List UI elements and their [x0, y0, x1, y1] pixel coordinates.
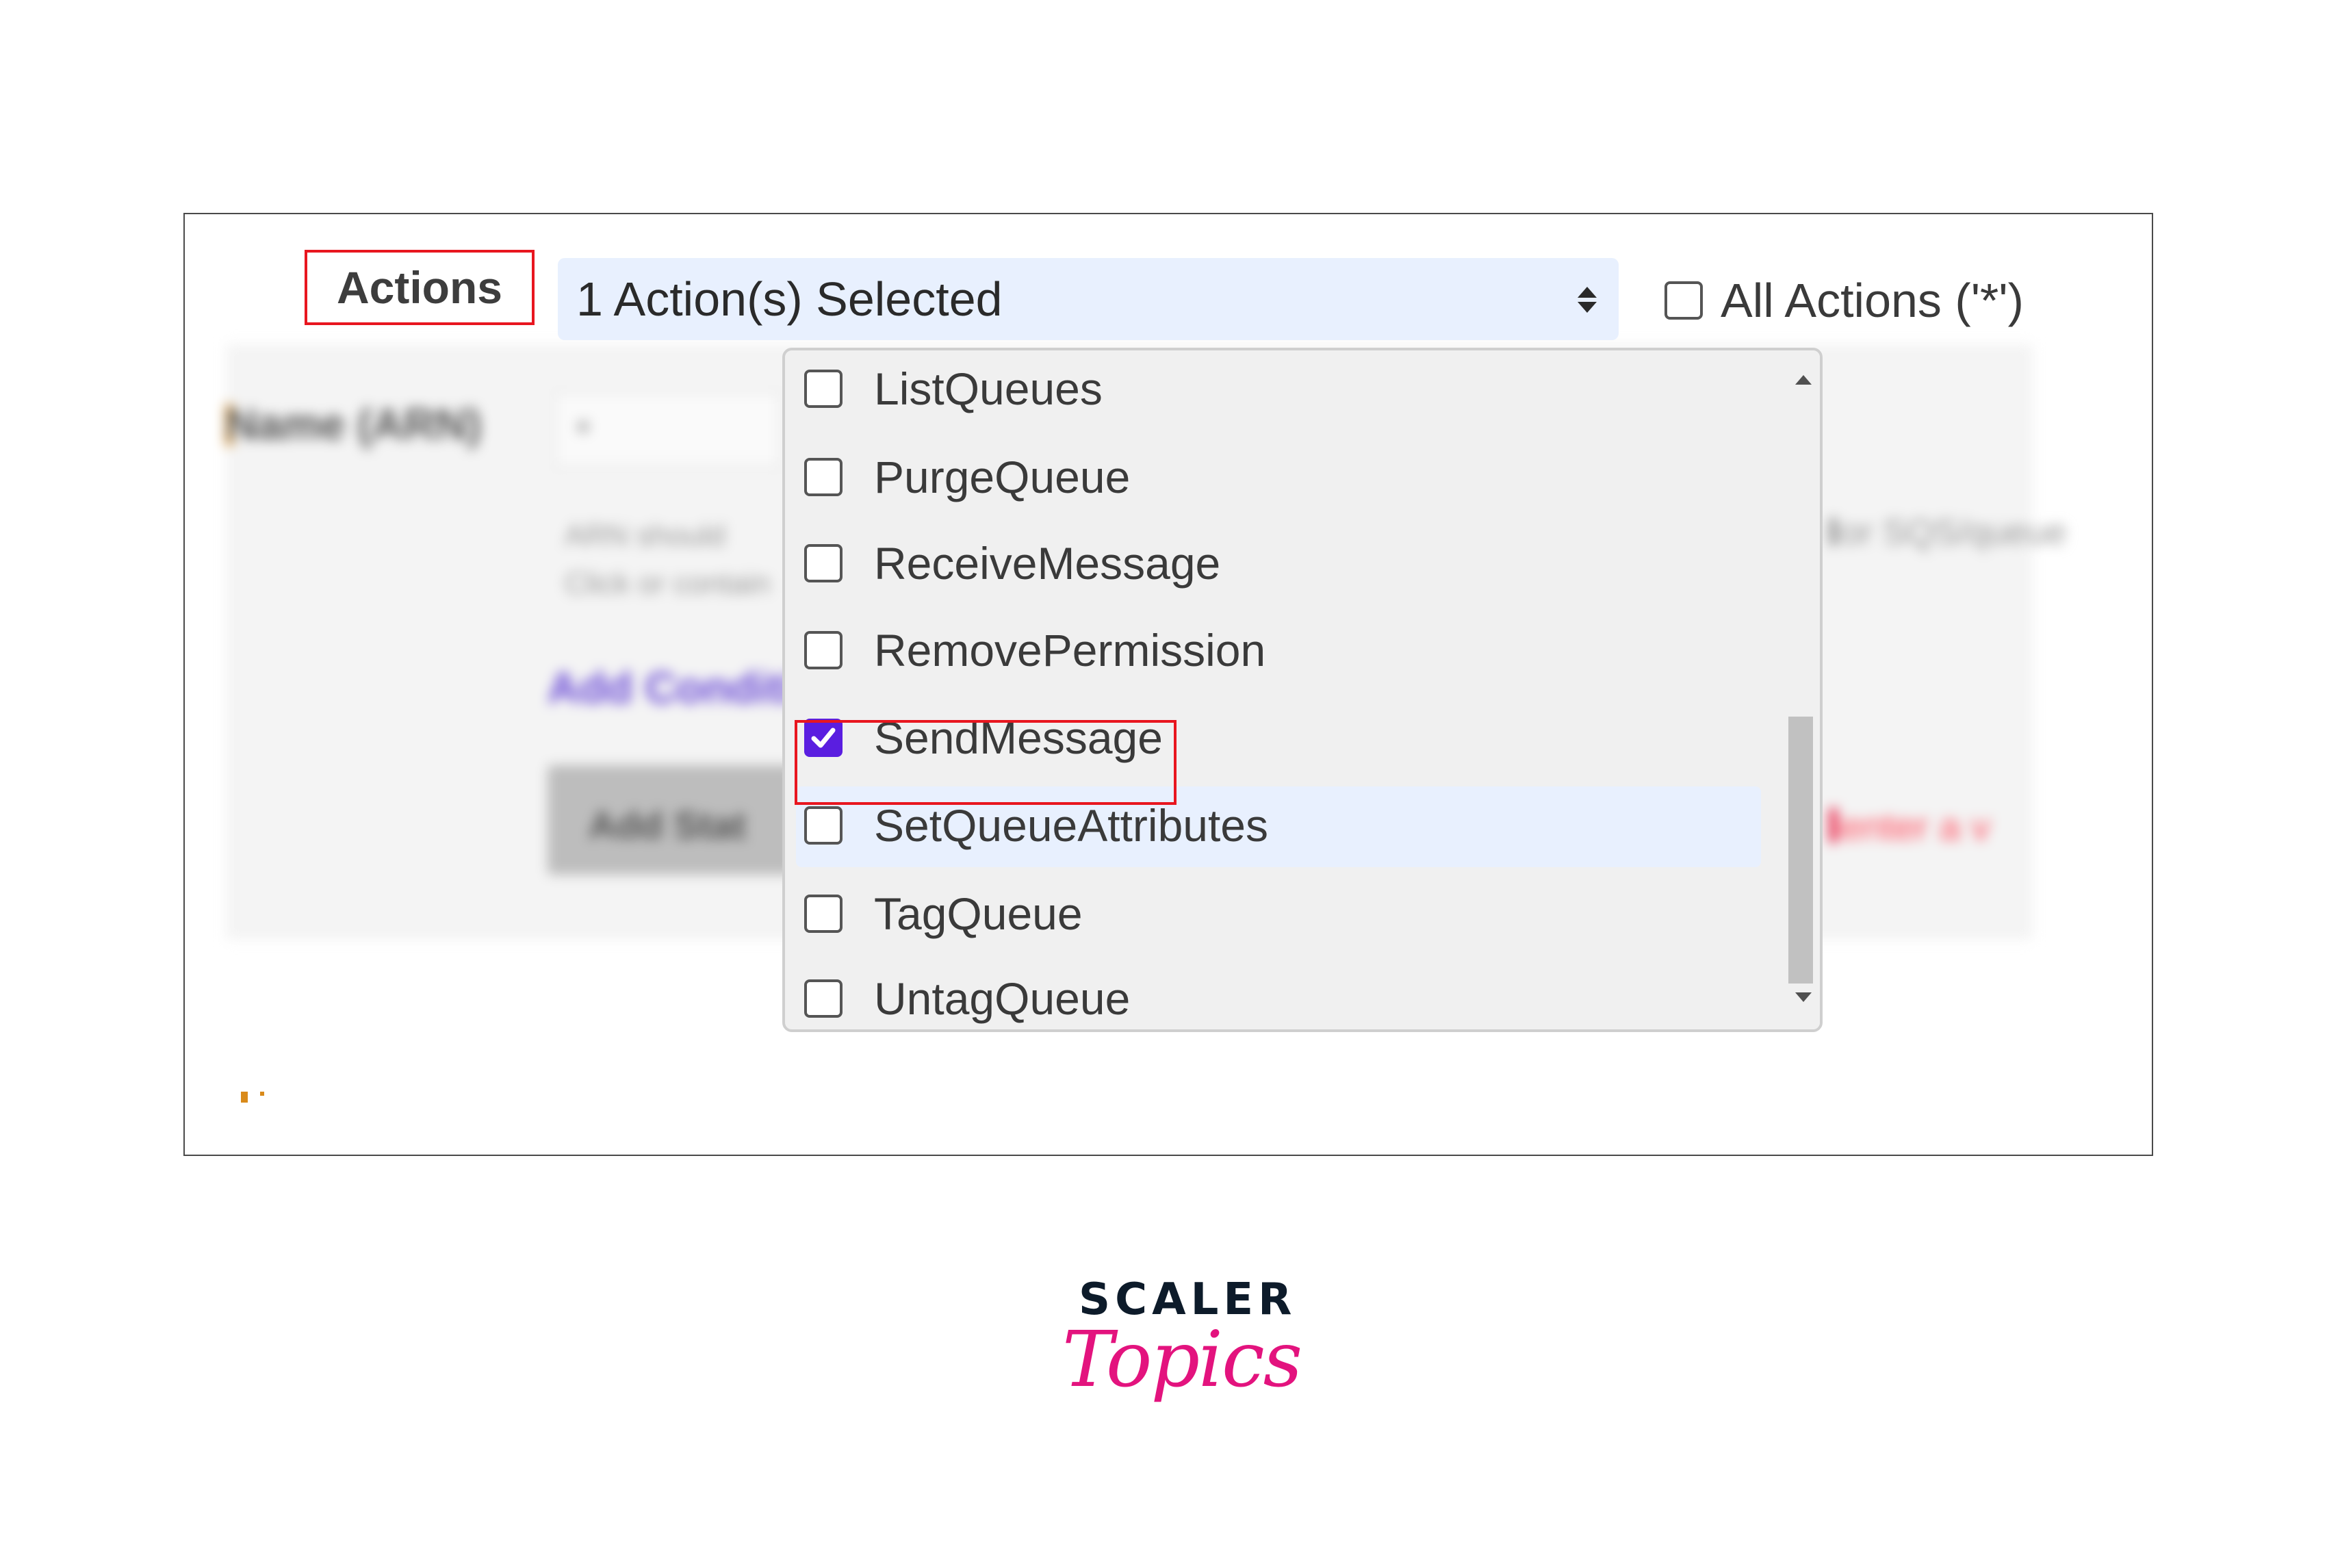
option-checkbox[interactable]	[804, 544, 843, 582]
screenshot-frame: Name (ARN) * ARN should Click or contain…	[183, 213, 2153, 1156]
logo-topics-text: Topics	[1062, 1315, 1302, 1404]
scaler-topics-logo: SCALER Topics	[1061, 1274, 1302, 1466]
error-text: enter a v	[1841, 805, 1990, 848]
option-tagqueue[interactable]: TagQueue	[785, 873, 1767, 954]
bottom-marker	[241, 1092, 248, 1103]
option-label: SetQueueAttributes	[874, 800, 1269, 851]
option-label: ReceiveMessage	[874, 538, 1221, 589]
option-checkbox[interactable]	[804, 979, 843, 1018]
option-purgequeue[interactable]: PurgeQueue	[785, 437, 1767, 517]
option-removepermission[interactable]: RemovePermission	[785, 610, 1767, 691]
option-checkbox[interactable]	[804, 895, 843, 933]
arn-label: Name (ARN)	[226, 400, 482, 449]
sort-arrows-icon	[1578, 287, 1597, 313]
option-label: PurgeQueue	[874, 452, 1131, 502]
option-checkbox[interactable]	[804, 458, 843, 496]
option-checkbox[interactable]	[804, 806, 843, 845]
divider	[1830, 518, 1837, 545]
actions-select-value: 1 Action(s) Selected	[576, 272, 1003, 326]
all-actions-label: All Actions ('*')	[1721, 274, 2024, 327]
add-statement-button[interactable]: Add Stat	[548, 765, 794, 875]
bottom-marker-dot	[260, 1092, 264, 1096]
option-checkbox[interactable]	[804, 370, 843, 408]
all-actions-checkbox[interactable]	[1664, 281, 1703, 320]
option-label: TagQueue	[874, 888, 1083, 939]
scroll-up-arrow-icon[interactable]	[1795, 375, 1812, 385]
actions-dropdown[interactable]: ListQueues PurgeQueue ReceiveMessage Rem…	[782, 348, 1823, 1032]
option-listqueues[interactable]: ListQueues	[785, 350, 1767, 429]
arn-example-text: or SQS/queue	[1841, 513, 2067, 552]
sendmessage-highlight-box	[795, 720, 1177, 805]
error-marker	[1830, 808, 1837, 843]
option-label: RemovePermission	[874, 625, 1266, 676]
actions-select[interactable]: 1 Action(s) Selected	[558, 258, 1619, 340]
scroll-thumb[interactable]	[1788, 717, 1813, 984]
dropdown-scrollbar[interactable]	[1779, 350, 1820, 1029]
required-marker	[226, 404, 233, 446]
option-untagqueue[interactable]: UntagQueue	[785, 958, 1767, 1029]
option-receivemessage[interactable]: ReceiveMessage	[785, 523, 1767, 604]
all-actions-option[interactable]: All Actions ('*')	[1664, 273, 2024, 328]
actions-label: Actions	[305, 250, 535, 325]
scroll-down-arrow-icon[interactable]	[1795, 992, 1812, 1002]
option-label: UntagQueue	[874, 973, 1131, 1024]
arn-input[interactable]: *	[554, 392, 780, 467]
add-conditions-link[interactable]: Add Conditi	[548, 663, 796, 713]
option-checkbox[interactable]	[804, 631, 843, 669]
option-label: ListQueues	[874, 363, 1103, 414]
arn-help-text: ARN should Click or contain	[565, 519, 771, 600]
